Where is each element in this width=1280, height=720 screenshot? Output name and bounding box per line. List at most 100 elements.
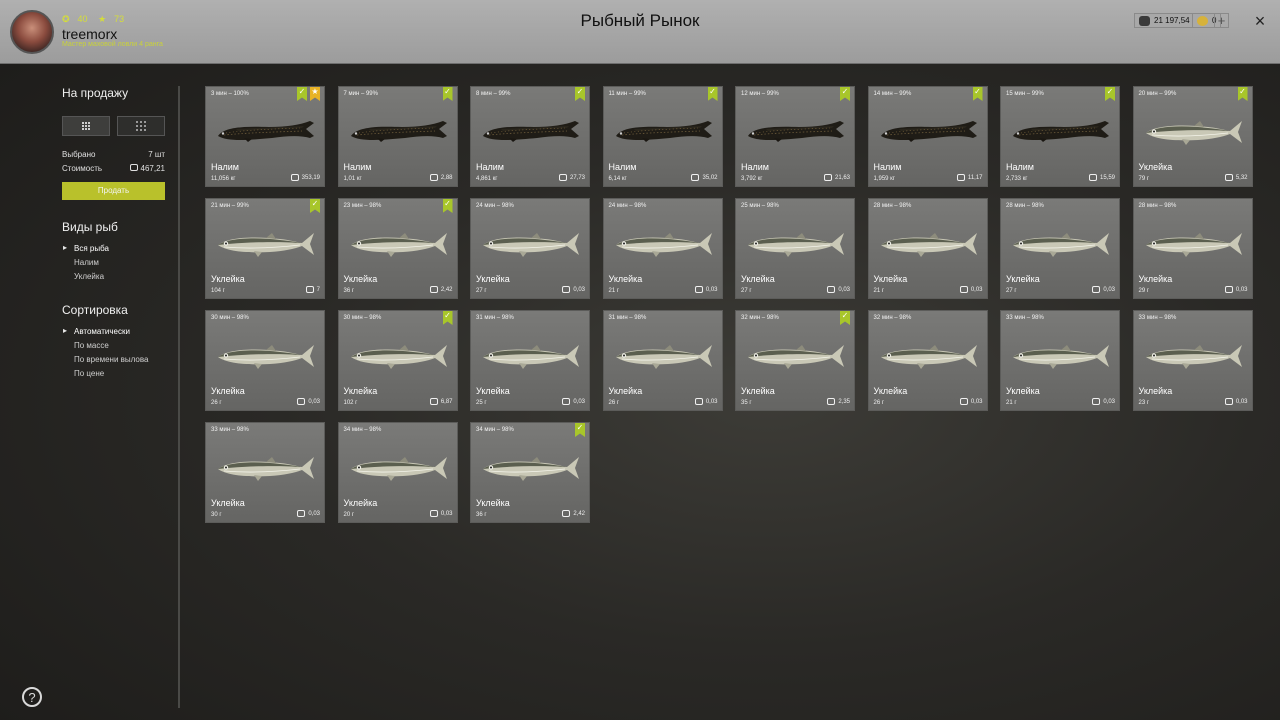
- fish-card[interactable]: 25 мин – 98% Уклейка 27 г 0,03: [735, 198, 855, 299]
- sort-option-auto[interactable]: Автоматически: [62, 326, 148, 341]
- bleak-fish-icon: [347, 445, 451, 491]
- favorite-flag-icon[interactable]: ★: [310, 87, 320, 101]
- fish-card[interactable]: 32 мин – 98% ✓ Уклейка 35 г 2,35: [735, 310, 855, 411]
- coin-icon: [959, 286, 968, 293]
- species-option-all[interactable]: Вся рыба: [62, 243, 118, 258]
- selected-check-icon[interactable]: ✓: [575, 423, 585, 437]
- fish-price: 6,87: [429, 398, 453, 405]
- coin-icon: [290, 174, 299, 181]
- fish-name: Уклейка: [343, 274, 378, 284]
- bleak-fish-icon: [214, 445, 318, 491]
- fish-weight: 20 г: [343, 512, 355, 518]
- fish-name: Налим: [211, 162, 239, 172]
- species-option-bleak[interactable]: Уклейка: [62, 272, 118, 286]
- fish-price: 0,03: [429, 510, 453, 517]
- sort-option-time[interactable]: По времени вылова: [62, 355, 148, 369]
- fish-card[interactable]: 14 мин – 99% ✓ Налим 1,959 кг 11,17: [867, 86, 988, 187]
- fish-price: 27,73: [558, 174, 585, 181]
- fish-card[interactable]: 7 мин – 99% ✓ Налим 1,01 кг 2,88: [337, 86, 458, 187]
- fish-card[interactable]: 3 мин – 100% ★ ✓ Налим 11,056 кг 353,19: [205, 86, 325, 187]
- fish-card[interactable]: 34 мин – 98% Уклейка 20 г 0,03: [337, 422, 458, 523]
- fish-name: Налим: [343, 162, 372, 172]
- selected-check-icon[interactable]: ✓: [972, 87, 983, 101]
- fish-weight: 29 г: [1138, 288, 1150, 294]
- coin-icon: [956, 174, 965, 181]
- fish-card[interactable]: 28 мин – 98% Уклейка 21 г 0,03: [867, 198, 988, 299]
- bleak-fish-icon: [877, 221, 981, 267]
- add-currency-button[interactable]: +: [1214, 13, 1229, 28]
- selected-check-icon[interactable]: ✓: [297, 87, 307, 101]
- catch-time: 20 мин – 99%: [1138, 91, 1177, 97]
- fish-card[interactable]: 21 мин – 99% ✓ Уклейка 104 г 7: [205, 198, 325, 299]
- fish-card[interactable]: 20 мин – 99% ✓ Уклейка 79 г 5,32: [1132, 86, 1253, 187]
- price-value: 2,88: [440, 174, 453, 181]
- fish-name: Уклейка: [608, 386, 643, 396]
- fish-price: 5,32: [1224, 174, 1248, 181]
- selected-check-icon[interactable]: ✓: [840, 311, 850, 325]
- fish-card[interactable]: 28 мин – 98% Уклейка 27 г 0,03: [1000, 198, 1120, 299]
- catch-time: 28 мин – 98%: [873, 203, 912, 209]
- fish-card[interactable]: 11 мин – 99% ✓ Налим 6,14 кг 35,02: [602, 86, 723, 187]
- cost-value: 467,21: [140, 164, 165, 173]
- fish-card[interactable]: 34 мин – 98% ✓ Уклейка 36 г 2,42: [470, 422, 590, 523]
- fish-card[interactable]: 33 мин – 98% Уклейка 21 г 0,03: [1000, 310, 1120, 411]
- selected-check-icon[interactable]: ✓: [840, 87, 850, 101]
- price-value: 27,73: [569, 174, 585, 181]
- selected-check-icon[interactable]: ✓: [442, 87, 453, 101]
- fish-card[interactable]: 31 мин – 98% Уклейка 25 г 0,03: [470, 310, 590, 411]
- fish-card[interactable]: 31 мин – 98% Уклейка 26 г 0,03: [602, 310, 723, 411]
- fish-card[interactable]: 24 мин – 98% Уклейка 21 г 0,03: [602, 198, 723, 299]
- price-value: 0,03: [308, 398, 320, 405]
- bleak-fish-icon: [612, 333, 716, 379]
- fish-card[interactable]: 15 мин – 99% ✓ Налим 2,733 кг 15,59: [1000, 86, 1120, 187]
- coin-icon: [823, 174, 832, 181]
- coin-icon: [429, 286, 438, 293]
- small-grid-view-button[interactable]: [117, 116, 165, 136]
- bleak-fish-icon: [347, 333, 451, 379]
- fish-name: Уклейка: [343, 386, 378, 396]
- species-option-burbot[interactable]: Налим: [62, 258, 118, 272]
- fish-card[interactable]: 12 мин – 99% ✓ Налим 3,792 кг 21,63: [735, 86, 855, 187]
- sort-option-price[interactable]: По цене: [62, 369, 148, 383]
- catch-time: 32 мин – 98%: [873, 315, 912, 321]
- fish-card[interactable]: 33 мин – 98% Уклейка 23 г 0,03: [1132, 310, 1253, 411]
- fish-card[interactable]: 32 мин – 98% Уклейка 26 г 0,03: [867, 310, 988, 411]
- fish-card[interactable]: 33 мин – 98% Уклейка 30 г 0,03: [205, 422, 325, 523]
- selected-check-icon[interactable]: ✓: [1105, 87, 1115, 101]
- coin-icon: [558, 174, 567, 181]
- selected-check-icon[interactable]: ✓: [707, 87, 718, 101]
- fish-weight: 26 г: [211, 400, 222, 406]
- price-value: 11,17: [967, 174, 983, 181]
- fish-card[interactable]: 28 мин – 98% Уклейка 29 г 0,03: [1132, 198, 1253, 299]
- fish-name: Налим: [608, 162, 637, 172]
- species-title: Виды рыб: [62, 220, 118, 234]
- selected-check-icon[interactable]: ✓: [442, 311, 453, 325]
- silver-coin-icon: [1139, 15, 1150, 26]
- selected-check-icon[interactable]: ✓: [1237, 87, 1248, 101]
- price-value: 6,87: [440, 398, 453, 405]
- fish-card[interactable]: 8 мин – 99% ✓ Налим 4,861 кг 27,73: [470, 86, 590, 187]
- selected-check-icon[interactable]: ✓: [442, 199, 453, 213]
- fish-card[interactable]: 30 мин – 98% Уклейка 26 г 0,03: [205, 310, 325, 411]
- close-button[interactable]: ×: [1250, 12, 1270, 32]
- catch-time: 15 мин – 99%: [1006, 91, 1044, 97]
- sell-button[interactable]: Продать: [62, 182, 165, 200]
- sort-option-mass[interactable]: По массе: [62, 341, 148, 355]
- large-grid-view-button[interactable]: [62, 116, 110, 136]
- for-sale-title: На продажу: [62, 86, 129, 100]
- fish-weight: 1,959 кг: [873, 176, 896, 182]
- price-value: 5,32: [1235, 174, 1248, 181]
- fish-card[interactable]: 30 мин – 98% ✓ Уклейка 102 г 6,87: [337, 310, 458, 411]
- help-button[interactable]: ?: [22, 687, 42, 707]
- fish-card[interactable]: 23 мин – 98% ✓ Уклейка 36 г 2,42: [337, 198, 458, 299]
- selected-check-icon[interactable]: ✓: [575, 87, 585, 101]
- catch-time: 33 мин – 98%: [1138, 315, 1177, 321]
- species-filter: Виды рыб Вся рыба Налим Уклейка: [62, 220, 118, 286]
- catch-time: 30 мин – 98%: [211, 315, 249, 321]
- fish-name: Уклейка: [608, 274, 643, 284]
- selected-check-icon[interactable]: ✓: [310, 199, 320, 213]
- price-value: 0,03: [308, 510, 320, 517]
- fish-name: Уклейка: [211, 498, 245, 508]
- fish-card[interactable]: 24 мин – 98% Уклейка 27 г 0,03: [470, 198, 590, 299]
- coin-icon: [562, 286, 571, 293]
